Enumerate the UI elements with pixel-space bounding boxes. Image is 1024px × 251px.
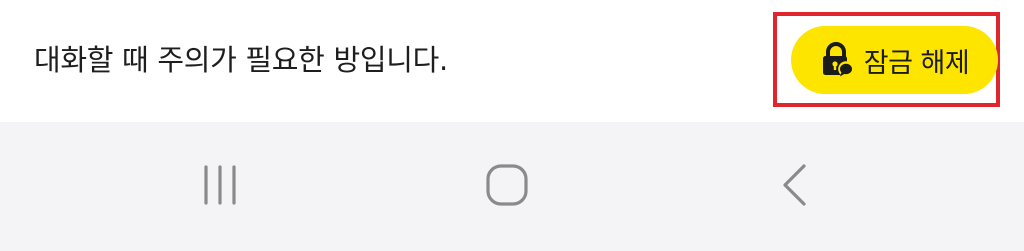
unlock-button[interactable]: 잠금 해제 bbox=[791, 26, 998, 94]
system-navigation-bar bbox=[0, 122, 1024, 251]
caution-notice-bar: 대화할 때 주의가 필요한 방입니다. 잠금 해제 bbox=[0, 0, 1024, 122]
recent-apps-icon bbox=[204, 165, 236, 205]
home-icon bbox=[486, 164, 528, 206]
home-button[interactable] bbox=[471, 152, 543, 218]
back-button[interactable] bbox=[758, 152, 830, 218]
screen: 대화할 때 주의가 필요한 방입니다. 잠금 해제 bbox=[0, 0, 1024, 251]
recent-apps-button[interactable] bbox=[184, 152, 256, 218]
lock-chat-icon bbox=[822, 42, 854, 77]
caution-notice-text: 대화할 때 주의가 필요한 방입니다. bbox=[34, 43, 448, 77]
back-icon bbox=[783, 164, 806, 206]
unlock-button-label: 잠금 해제 bbox=[863, 47, 970, 79]
